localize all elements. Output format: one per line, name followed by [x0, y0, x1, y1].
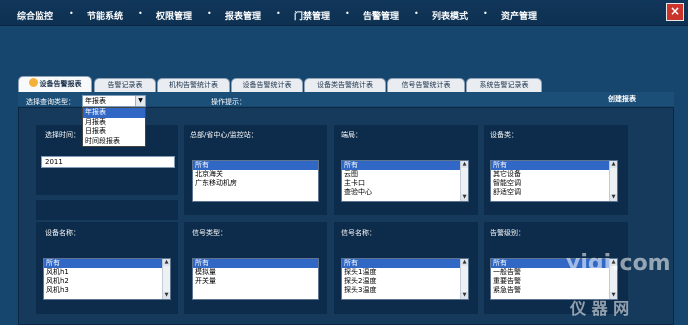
time-input[interactable]: 2011 — [41, 156, 175, 168]
nav-item-list-mode[interactable]: 列表模式 — [432, 9, 468, 22]
nav-separator: • — [138, 9, 143, 18]
sigtype-list[interactable]: 所有 模拟量 开关量 — [192, 258, 319, 300]
signame-title: 信号名称： — [341, 229, 376, 237]
devname-list[interactable]: 所有 风机h1 风机h2 风机h3 ▲ ▼ — [43, 258, 171, 300]
watermark-text: 仪 器 网 — [570, 299, 630, 318]
watermark-logo: yiqi.com — [566, 251, 671, 276]
query-type-label: 选择查询类型： — [26, 98, 75, 106]
port-title: 端局： — [341, 131, 362, 139]
dropdown-option-day[interactable]: 日报表 — [83, 127, 145, 137]
tab-label: 系统告警记录表 — [479, 81, 529, 89]
list-item[interactable]: 风机h1 — [44, 268, 170, 277]
list-item[interactable]: 模拟量 — [193, 268, 318, 277]
time-title: 选择时间： — [45, 131, 80, 139]
list-item[interactable]: 重要告警 — [491, 277, 617, 286]
org-title: 总部/省中心/监控站： — [190, 131, 258, 139]
list-item[interactable]: 舒适空调 — [491, 188, 617, 197]
scrollbar[interactable]: ▲ ▼ — [162, 259, 170, 299]
tab-device-alarm-stats[interactable]: 设备告警统计表 — [231, 78, 303, 92]
list-item[interactable]: 探头3温度 — [342, 286, 468, 295]
tab-signal-alarm-stats[interactable]: 信号告警统计表 — [387, 78, 465, 92]
tab-org-alarm-stats[interactable]: 机构告警统计表 — [157, 78, 230, 92]
nav-item-reports[interactable]: 报表管理 — [225, 9, 261, 22]
list-item[interactable]: 查验中心 — [342, 188, 468, 197]
devtype-list[interactable]: 所有 其它设备 智能空调 舒适空调 ▲ ▼ — [490, 160, 618, 202]
query-type-dropdown[interactable]: 年报表 月报表 日报表 时间段报表 — [82, 107, 146, 147]
sigtype-title: 信号类型： — [192, 229, 227, 237]
dropdown-option-year[interactable]: 年报表 — [83, 108, 145, 118]
close-button[interactable]: × — [666, 3, 684, 21]
scroll-up-icon[interactable]: ▲ — [461, 161, 468, 168]
nav-item-alarms[interactable]: 告警管理 — [363, 9, 399, 22]
list-item[interactable]: 所有 — [491, 161, 617, 170]
list-item[interactable]: 所有 — [44, 259, 170, 268]
top-nav: 综合监控 • 节能系统 • 权限管理 • 报表管理 • 门禁管理 • 告警管理 … — [0, 0, 688, 26]
list-item[interactable]: 所有 — [193, 259, 318, 268]
tab-label: 设备告警报表 — [39, 80, 82, 88]
nav-item-monitor[interactable]: 综合监控 — [17, 9, 53, 22]
org-list[interactable]: 所有 北京海关 广东移动机房 — [192, 160, 319, 202]
list-item[interactable]: 云图 — [342, 170, 468, 179]
tab-label: 设备类告警统计表 — [317, 81, 373, 89]
query-type-select[interactable]: 年报表 ▼ — [82, 95, 146, 107]
scroll-up-icon[interactable]: ▲ — [461, 259, 468, 266]
nav-item-permissions[interactable]: 权限管理 — [156, 9, 192, 22]
list-item[interactable]: 其它设备 — [491, 170, 617, 179]
scroll-up-icon[interactable]: ▲ — [610, 161, 617, 168]
nav-separator: • — [483, 9, 488, 18]
list-item[interactable]: 智能空调 — [491, 179, 617, 188]
signame-list[interactable]: 所有 探头1温度 探头2温度 探头3温度 ▲ ▼ — [341, 258, 469, 300]
tab-alarm-record[interactable]: 告警记录表 — [94, 78, 156, 92]
list-item[interactable]: 开关量 — [193, 277, 318, 286]
query-type-value: 年报表 — [85, 97, 106, 105]
nav-separator: • — [207, 9, 212, 18]
nav-separator: • — [345, 9, 350, 18]
list-item[interactable]: 所有 — [342, 259, 468, 268]
nav-separator: • — [414, 9, 419, 18]
list-item[interactable]: 所有 — [342, 161, 468, 170]
nav-item-energy[interactable]: 节能系统 — [87, 9, 123, 22]
nav-separator: • — [276, 9, 281, 18]
nav-item-access[interactable]: 门禁管理 — [294, 9, 330, 22]
devname-title: 设备名称： — [45, 229, 80, 237]
nav-item-assets[interactable]: 资产管理 — [501, 9, 537, 22]
list-item[interactable]: 所有 — [193, 161, 318, 170]
scroll-down-icon[interactable]: ▼ — [163, 292, 170, 299]
tab-system-alarm-record[interactable]: 系统告警记录表 — [466, 78, 542, 92]
tab-label: 设备告警统计表 — [242, 81, 292, 89]
devtype-title: 设备类： — [490, 131, 518, 139]
nav-separator: • — [69, 9, 74, 18]
tab-label: 机构告警统计表 — [169, 81, 218, 89]
hint-label: 操作提示： — [211, 98, 246, 106]
create-report-button[interactable]: 创建报表 — [608, 94, 636, 104]
dropdown-option-month[interactable]: 月报表 — [83, 118, 145, 128]
list-item[interactable]: 风机h3 — [44, 286, 170, 295]
chevron-down-icon[interactable]: ▼ — [135, 96, 145, 106]
scrollbar[interactable]: ▲ ▼ — [460, 161, 468, 201]
scrollbar[interactable]: ▲ ▼ — [609, 161, 617, 201]
list-item[interactable]: 北京海关 — [193, 170, 318, 179]
scroll-up-icon[interactable]: ▲ — [163, 259, 170, 266]
scroll-down-icon[interactable]: ▼ — [610, 194, 617, 201]
list-item[interactable]: 主卡口 — [342, 179, 468, 188]
tab-device-alarm-report[interactable]: 设备告警报表 — [18, 76, 92, 92]
list-item[interactable]: 紧急告警 — [491, 286, 617, 295]
scroll-down-icon[interactable]: ▼ — [461, 292, 468, 299]
list-item[interactable]: 探头1温度 — [342, 268, 468, 277]
list-item[interactable]: 探头2温度 — [342, 277, 468, 286]
port-list[interactable]: 所有 云图 主卡口 查验中心 ▲ ▼ — [341, 160, 469, 202]
level-title: 告警级别： — [490, 229, 525, 237]
empty-card — [36, 200, 178, 220]
scrollbar[interactable]: ▲ ▼ — [460, 259, 468, 299]
dropdown-option-range[interactable]: 时间段报表 — [83, 137, 145, 147]
list-item[interactable]: 广东移动机房 — [193, 179, 318, 188]
user-icon — [28, 78, 38, 87]
scroll-down-icon[interactable]: ▼ — [461, 194, 468, 201]
tab-devtype-alarm-stats[interactable]: 设备类告警统计表 — [304, 78, 386, 92]
tab-label: 告警记录表 — [107, 81, 143, 89]
tab-label: 信号告警统计表 — [401, 81, 451, 89]
list-item[interactable]: 风机h2 — [44, 277, 170, 286]
